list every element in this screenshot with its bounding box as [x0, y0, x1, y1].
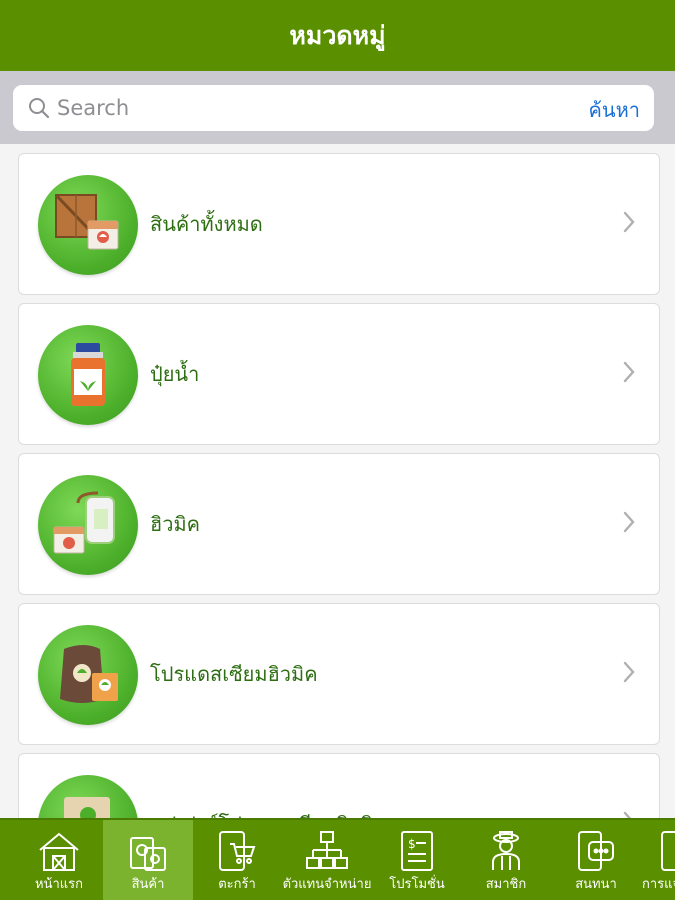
- tab-label: สนทนา: [575, 877, 617, 892]
- phone-icon: [661, 831, 675, 871]
- category-item-all-products[interactable]: สินค้าทั้งหมด: [18, 153, 660, 295]
- svg-text:$: $: [408, 837, 416, 851]
- tab-label: ตะกร้า: [218, 877, 256, 892]
- tab-products[interactable]: สินค้า: [103, 820, 193, 900]
- chevron-right-icon: [623, 661, 635, 683]
- category-item-potassium-humic[interactable]: โปรแดสเซียมฮิวมิค: [18, 603, 660, 745]
- tab-label: สินค้า: [131, 877, 165, 892]
- tab-label: การแจ้ง: [642, 877, 675, 892]
- chevron-right-icon: [623, 211, 635, 233]
- nav-header: หมวดหมู่: [0, 0, 675, 71]
- category-item-humic[interactable]: ฮิวมิค: [18, 453, 660, 595]
- category-item-liquid-fertilizer[interactable]: ปุ๋ยน้ำ: [18, 303, 660, 445]
- tab-label: สมาชิก: [485, 877, 527, 892]
- category-item-super-potassium-humic[interactable]: ซุปเปอร์โปรแดสเซียมฮิวมิค: [18, 753, 660, 818]
- search-icon: [29, 98, 50, 119]
- bottom-tab-bar: หน้าแรก สินค้า ตะกร้า ตัวแทนจำหน่าย $ โป…: [0, 818, 675, 900]
- tab-label: หน้าแรก: [35, 877, 83, 892]
- category-label: ฮิวมิค: [150, 512, 200, 536]
- sack-and-box-icon: [60, 645, 118, 703]
- promo-document-icon: $: [401, 831, 433, 871]
- page-title: หมวดหมู่: [289, 20, 386, 50]
- chevron-right-icon: [623, 811, 632, 818]
- fertilizer-bottle-icon: [71, 343, 105, 406]
- category-badge: [38, 325, 138, 425]
- category-badge: [38, 175, 138, 275]
- tab-label: โปรโมชั่น: [389, 877, 445, 892]
- crate-and-bag-icon: [54, 193, 119, 250]
- farmer-icon: [492, 831, 520, 870]
- chevron-right-icon: [623, 511, 635, 533]
- category-label: ซุปเปอร์โปรแดสเซียมฮิวมิค: [150, 808, 386, 818]
- tab-home[interactable]: หน้าแรก: [20, 820, 98, 900]
- category-label: โปรแดสเซียมฮิวมิค: [150, 662, 318, 686]
- tab-dealers[interactable]: ตัวแทนจำหน่าย: [272, 820, 382, 900]
- cart-icon: [219, 831, 256, 871]
- category-badge: [38, 475, 138, 575]
- chat-phone-icon: [578, 831, 614, 871]
- sprayer-and-bag-icon: [53, 491, 115, 554]
- category-list: สินค้าทั้งหมด ปุ๋ยน้ำ ฮิวมิค โปรแดสเซียม…: [0, 144, 675, 818]
- org-chart-icon: [306, 831, 348, 869]
- chevron-right-icon: [623, 361, 635, 383]
- search-input[interactable]: [57, 91, 537, 125]
- search-bar: ค้นหา: [0, 71, 675, 144]
- product-bag-icon: [130, 837, 166, 871]
- category-label: ปุ๋ยน้ำ: [150, 362, 200, 386]
- category-label: สินค้าทั้งหมด: [150, 212, 263, 236]
- tab-cart[interactable]: ตะกร้า: [198, 820, 276, 900]
- box-bag-icon: [64, 797, 110, 818]
- tab-label: ตัวแทนจำหน่าย: [282, 877, 372, 892]
- search-box[interactable]: ค้นหา: [13, 85, 654, 131]
- tab-promotions[interactable]: $ โปรโมชั่น: [380, 820, 454, 900]
- tab-members[interactable]: สมาชิก: [466, 820, 546, 900]
- category-badge: [38, 775, 138, 818]
- tab-chat[interactable]: สนทนา: [556, 820, 636, 900]
- tab-notifications[interactable]: การแจ้ง: [640, 820, 675, 900]
- barn-home-icon: [39, 832, 79, 871]
- category-badge: [38, 625, 138, 725]
- search-button[interactable]: ค้นหา: [589, 94, 640, 126]
